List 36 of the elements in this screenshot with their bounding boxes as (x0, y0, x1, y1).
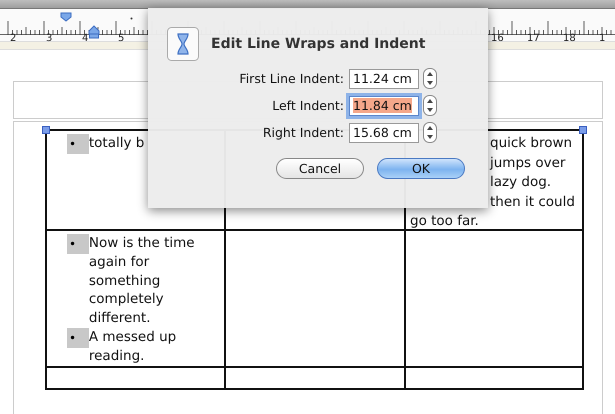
list-item-text: totally b (88, 134, 146, 153)
dialog-button[interactable]: Cancel (276, 158, 364, 179)
cell-text-line: then it could (490, 192, 575, 212)
bullet: • (67, 134, 89, 154)
field-label: Left Indent: (271, 98, 345, 113)
selection-handle[interactable] (42, 126, 50, 134)
indent-input-field[interactable]: 15.68 cm (349, 122, 419, 142)
ruler-number: 18 (563, 33, 577, 44)
ruler-number: 17 (527, 33, 541, 44)
bullet: • (67, 234, 89, 254)
ruler-number: 3 (46, 33, 54, 44)
ruler-number: 16 (491, 33, 505, 44)
list-item-text: A messed up reading. (88, 328, 178, 366)
ruler-number: 1 (599, 33, 606, 44)
ruler-number: 4 (82, 33, 90, 44)
tab-stop-icon[interactable] (130, 17, 133, 20)
field-label: Right Indent: (262, 125, 345, 140)
stepper-control[interactable] (423, 95, 437, 116)
dialog-button[interactable]: OK (377, 158, 465, 179)
selection-handle[interactable] (579, 126, 587, 134)
stepper-control[interactable] (423, 68, 437, 89)
indent-input-field[interactable]: 11.24 cm (349, 68, 419, 88)
stepper-control[interactable] (423, 122, 437, 143)
list-item-text: Now is the time again for something completely different. (88, 234, 196, 328)
cell-text-line: go too far. (410, 212, 479, 231)
ruler-number: 2 (10, 33, 18, 44)
cell-text-line: lazy dog. (490, 173, 552, 192)
ruler-number: 5 (118, 33, 126, 44)
bullet: • (67, 328, 89, 348)
first-line-indent-marker-icon[interactable] (60, 12, 72, 22)
dialog-title: Edit Line Wraps and Indent (211, 36, 426, 52)
cell-text-line: quick brown (490, 134, 572, 153)
field-label: First Line Indent: (238, 71, 345, 86)
hourglass-icon (167, 27, 199, 61)
cell-text-line: jumps over (490, 154, 566, 172)
left-indent-marker-icon[interactable] (88, 25, 100, 39)
